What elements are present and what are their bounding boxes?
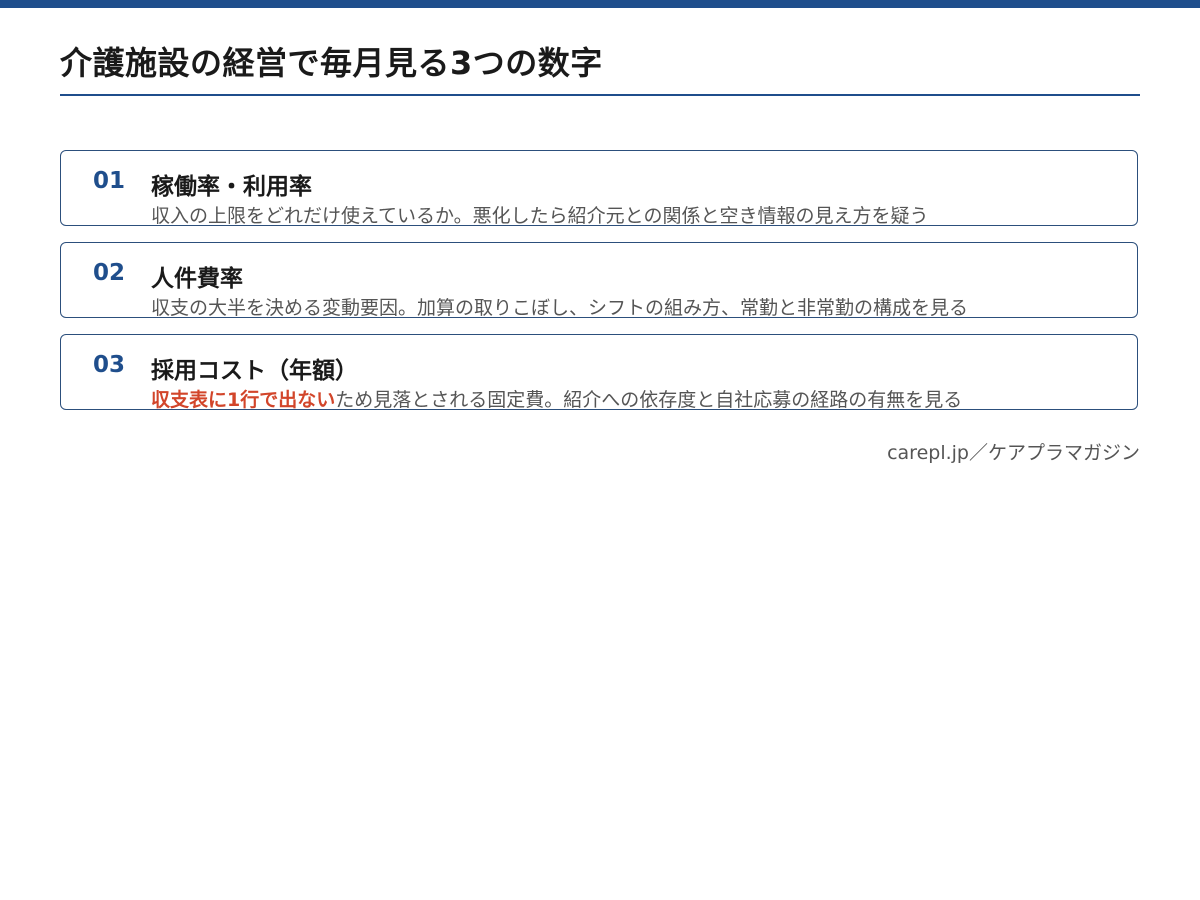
metric-title: 採用コスト（年額） [151, 358, 358, 384]
metric-number: 01 [93, 168, 126, 194]
metric-number: 02 [93, 260, 126, 286]
metric-number: 03 [93, 352, 126, 378]
title-divider [60, 94, 1140, 96]
metric-description-text: ため見落とされる固定費。紹介への依存度と自社応募の経路の有無を見る [335, 389, 963, 411]
metric-card-2: 02 人件費率 収支の大半を決める変動要因。加算の取りこぼし、シフトの組み方、常… [60, 242, 1138, 320]
top-accent-bar [0, 0, 1200, 8]
metric-description-text: 収入の上限をどれだけ使えているか。悪化したら紹介元との関係と空き情報の見え方を疑… [151, 205, 929, 227]
metric-title: 人件費率 [151, 266, 243, 292]
metric-card-3: 03 採用コスト（年額） 収支表に1行で出ないため見落とされる固定費。紹介への依… [60, 334, 1138, 412]
metric-card-1: 01 稼働率・利用率 収入の上限をどれだけ使えているか。悪化したら紹介元との関係… [60, 150, 1138, 228]
source-credit: carepl.jp／ケアプラマガジン [887, 442, 1140, 464]
metric-description-text: 収支の大半を決める変動要因。加算の取りこぼし、シフトの組み方、常勤と非常勤の構成… [151, 297, 969, 319]
metric-description-highlight: 収支表に1行で出ない [151, 389, 336, 411]
metric-title: 稼働率・利用率 [151, 174, 312, 200]
metric-description: 収入の上限をどれだけ使えているか。悪化したら紹介元との関係と空き情報の見え方を疑… [151, 201, 928, 228]
page-title: 介護施設の経営で毎月見る3つの数字 [60, 44, 603, 82]
metric-description: 収支表に1行で出ないため見落とされる固定費。紹介への依存度と自社応募の経路の有無… [151, 385, 962, 412]
metric-description: 収支の大半を決める変動要因。加算の取りこぼし、シフトの組み方、常勤と非常勤の構成… [151, 293, 968, 320]
